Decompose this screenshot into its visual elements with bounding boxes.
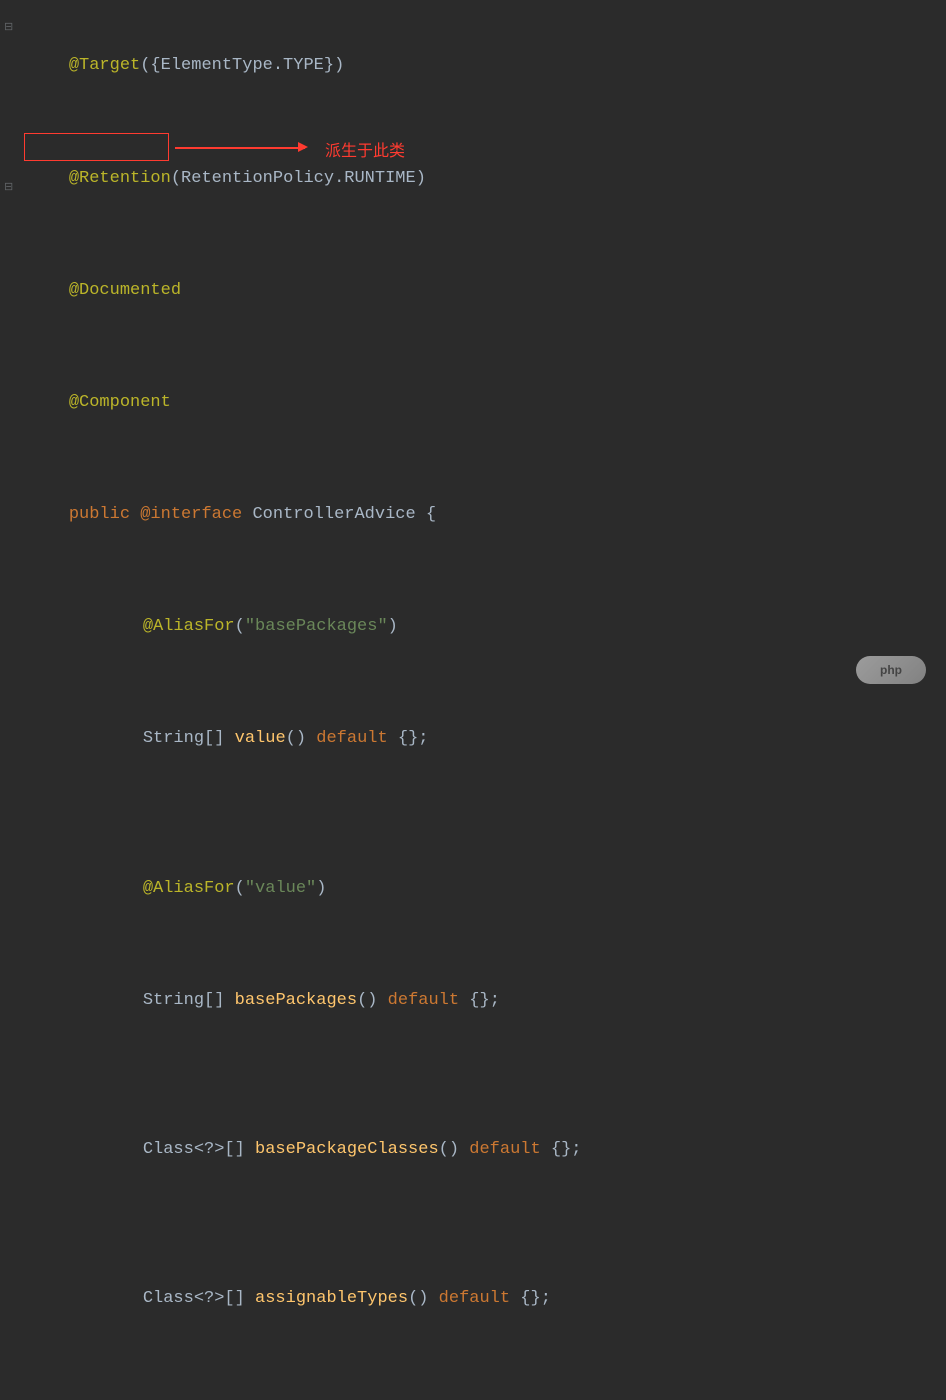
watermark-logo: php: [856, 656, 926, 684]
punct: }): [324, 56, 344, 75]
punct: (): [439, 1140, 470, 1159]
code-line[interactable]: Class<?>[] assignableTypes() default {};: [0, 1243, 946, 1355]
logo-text: php: [880, 657, 902, 683]
method-name: basePackages: [235, 991, 357, 1010]
fold-icon[interactable]: ⊟: [4, 16, 13, 40]
annotation: @Retention: [69, 169, 171, 188]
code-line-empty[interactable]: [0, 1355, 946, 1392]
type: String[]: [143, 729, 235, 748]
punct: (: [235, 617, 245, 636]
code-line[interactable]: Class<? extends Annotation>[] annotation…: [0, 1392, 946, 1400]
punct: ({: [140, 56, 160, 75]
code-line-empty[interactable]: [0, 1206, 946, 1243]
method-name: value: [235, 729, 286, 748]
punct: {};: [459, 991, 500, 1010]
punct: ): [416, 169, 426, 188]
punct: .RUNTIME: [334, 169, 416, 188]
fold-icon[interactable]: ⊟: [4, 176, 13, 200]
punct: (): [357, 991, 388, 1010]
punct: {};: [541, 1140, 582, 1159]
code-line[interactable]: Class<?>[] basePackageClasses() default …: [0, 1094, 946, 1206]
type: Class<?>[]: [143, 1289, 255, 1308]
code-line-empty[interactable]: [0, 1057, 946, 1094]
keyword: public: [69, 505, 130, 524]
code-editor[interactable]: ⊟ ⊟ @Target({ElementType.TYPE}) @Retenti…: [0, 0, 946, 1400]
code-line[interactable]: String[] basePackages() default {};: [0, 944, 946, 1056]
type: RetentionPolicy: [181, 169, 334, 188]
keyword: @interface: [140, 505, 242, 524]
code-line[interactable]: public @interface ControllerAdvice {: [0, 459, 946, 571]
punct: .TYPE: [273, 56, 324, 75]
method-name: basePackageClasses: [255, 1140, 439, 1159]
punct: (): [408, 1289, 439, 1308]
type: ElementType: [161, 56, 273, 75]
code-line[interactable]: @Target({ElementType.TYPE}): [0, 10, 946, 122]
string-literal: "basePackages": [245, 617, 388, 636]
annotation-text: 派生于此类: [325, 134, 405, 169]
code-line-empty[interactable]: [0, 795, 946, 832]
code-line[interactable]: @Retention(RetentionPolicy.RUNTIME): [0, 122, 946, 234]
punct: {};: [510, 1289, 551, 1308]
punct: ): [388, 617, 398, 636]
punct: (: [235, 879, 245, 898]
code-line[interactable]: @Documented: [0, 234, 946, 346]
code-line[interactable]: @AliasFor("basePackages"): [0, 571, 946, 683]
annotation: @AliasFor: [143, 879, 235, 898]
punct: {};: [388, 729, 429, 748]
code-line[interactable]: @Component: [0, 347, 946, 459]
method-name: assignableTypes: [255, 1289, 408, 1308]
type: Class<?>[]: [143, 1140, 255, 1159]
type: String[]: [143, 991, 235, 1010]
keyword: default: [469, 1140, 540, 1159]
keyword: default: [439, 1289, 510, 1308]
code-line[interactable]: @AliasFor("value"): [0, 832, 946, 944]
punct: ): [316, 879, 326, 898]
punct: (): [286, 729, 317, 748]
keyword: default: [316, 729, 387, 748]
annotation: @Target: [69, 56, 140, 75]
class-name: ControllerAdvice {: [242, 505, 436, 524]
annotation: @AliasFor: [143, 617, 235, 636]
annotation: @Component: [69, 393, 171, 412]
annotation: @Documented: [69, 281, 181, 300]
punct: (: [171, 169, 181, 188]
string-literal: "value": [245, 879, 316, 898]
keyword: default: [388, 991, 459, 1010]
